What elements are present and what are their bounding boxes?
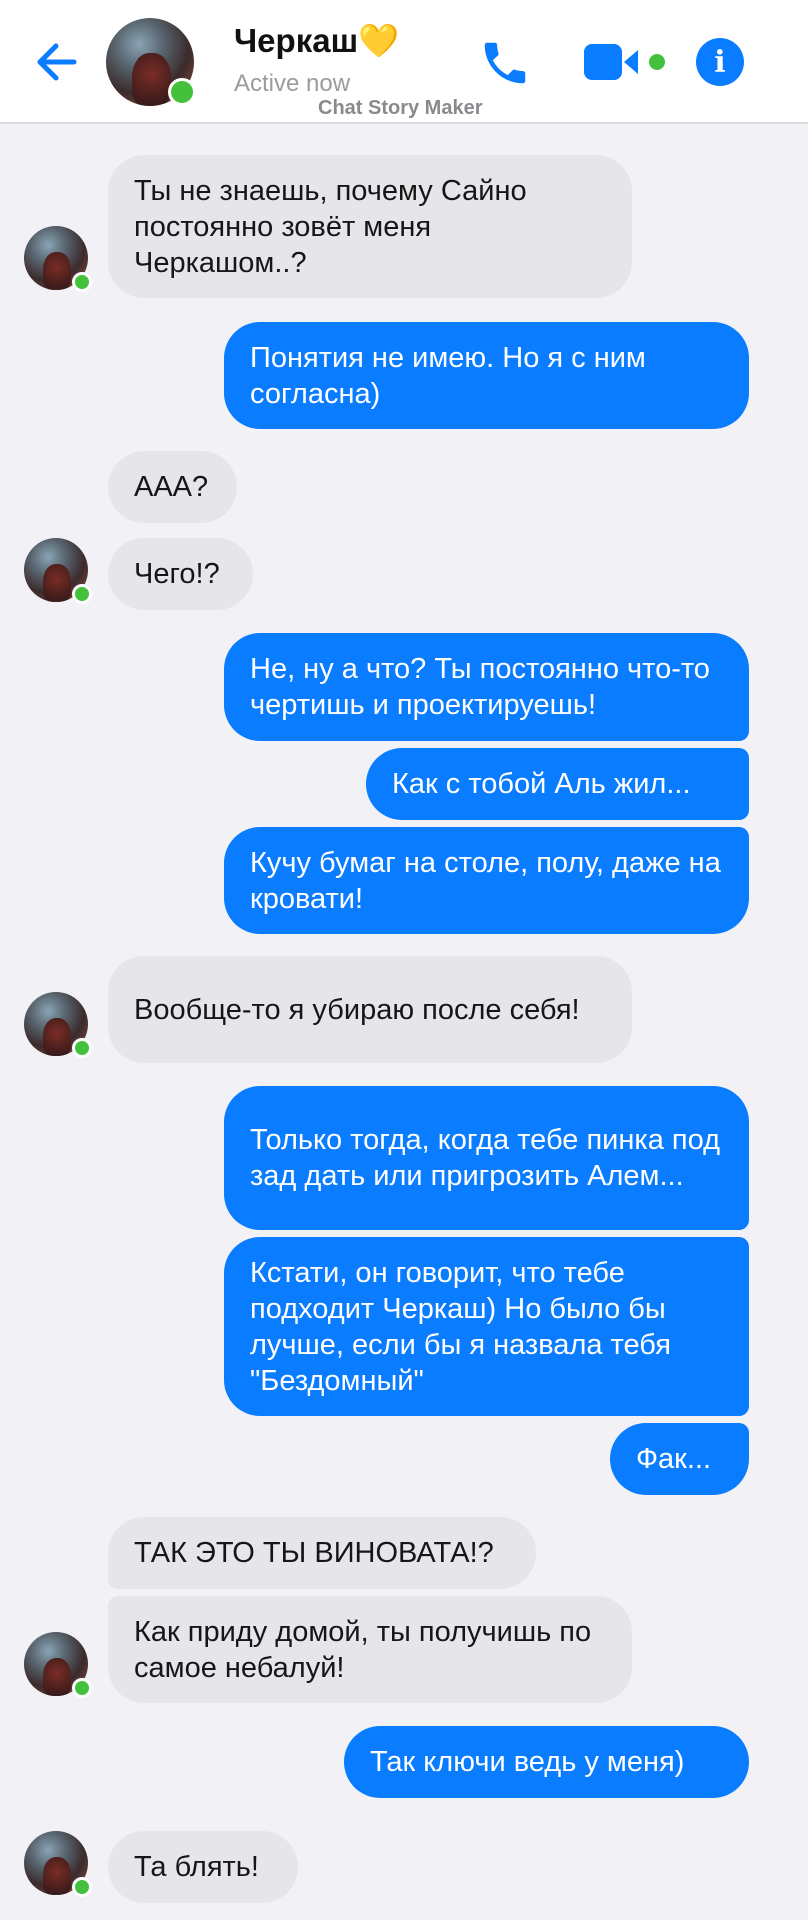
online-indicator [72,1877,92,1897]
message-outgoing[interactable]: Как с тобой Аль жил... [366,748,749,820]
online-indicator [72,272,92,292]
back-arrow-icon [37,43,77,81]
message-outgoing[interactable]: Кучу бумаг на столе, полу, даже на крова… [224,827,749,934]
watermark-text: Chat Story Maker [318,97,483,119]
message-incoming[interactable]: Как приду домой, ты получишь по самое не… [108,1596,632,1703]
contact-message-avatar[interactable] [24,1632,92,1698]
online-indicator [72,1038,92,1058]
contact-name[interactable]: Черкаш💛 [234,22,399,61]
phone-icon [484,42,526,84]
active-status: Active now [234,70,351,97]
contact-avatar[interactable] [106,18,196,106]
message-outgoing[interactable]: Фак... [610,1423,749,1495]
message-outgoing[interactable]: Только тогда, когда тебе пинка под зад д… [224,1086,749,1230]
online-indicator [168,78,196,106]
message-incoming[interactable]: Та блять! [108,1831,298,1903]
contact-message-avatar[interactable] [24,992,92,1058]
online-indicator [72,584,92,604]
online-indicator [72,1678,92,1698]
message-incoming[interactable]: ТАК ЭТО ТЫ ВИНОВАТА!? [108,1517,536,1589]
contact-message-avatar[interactable] [24,226,92,292]
message-outgoing[interactable]: Так ключи ведь у меня) [344,1726,749,1798]
contact-message-avatar[interactable] [24,1831,92,1897]
message-incoming[interactable]: ААА? [108,451,237,523]
message-incoming[interactable]: Вообще-то я убираю после себя! [108,956,632,1063]
info-button[interactable]: i [696,38,744,86]
message-incoming[interactable]: Чего!? [108,538,253,610]
video-call-button[interactable] [584,40,666,84]
contact-message-avatar[interactable] [24,538,92,604]
back-button[interactable] [30,36,82,88]
message-outgoing[interactable]: Понятия не имею. Но я с ним согласна) [224,322,749,429]
message-outgoing[interactable]: Не, ну а что? Ты постоянно что-то чертиш… [224,633,749,741]
video-camera-icon [584,44,665,80]
message-outgoing[interactable]: Кстати, он говорит, что тебе подходит Че… [224,1237,749,1416]
info-icon: i [714,44,726,80]
voice-call-button[interactable] [478,36,532,90]
message-incoming[interactable]: Ты не знаешь, почему Сайно постоянно зов… [108,155,632,298]
chat-header: Черкаш💛 Active now Chat Story Maker i [0,0,808,124]
